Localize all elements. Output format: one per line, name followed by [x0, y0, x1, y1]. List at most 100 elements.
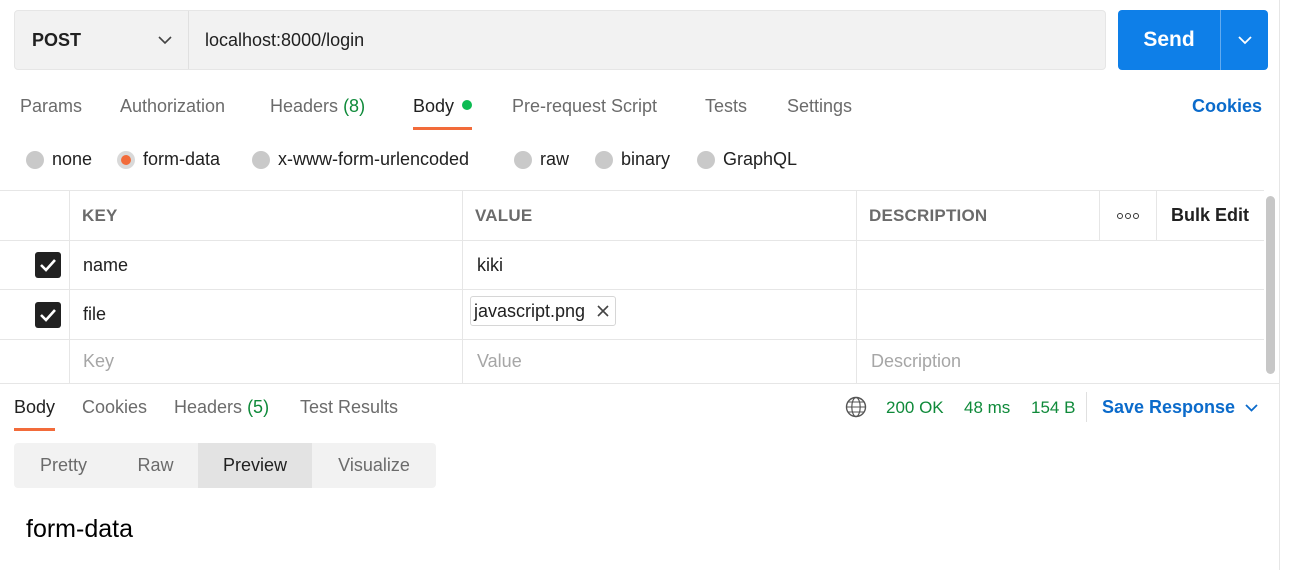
tab-body[interactable]: Body — [413, 96, 473, 130]
send-options-button[interactable] — [1220, 10, 1268, 70]
new-value-input[interactable]: Value — [462, 340, 856, 383]
more-options-button[interactable] — [1099, 191, 1156, 240]
active-tab-indicator — [413, 127, 473, 130]
key-column-header: KEY — [69, 191, 462, 240]
checkbox-column-header — [0, 191, 69, 240]
description-column-header: DESCRIPTION — [856, 191, 1099, 240]
row-checkbox[interactable] — [35, 301, 61, 328]
tab-tests[interactable]: Tests — [705, 96, 747, 130]
radio-label: none — [52, 149, 93, 169]
checkmark-icon — [40, 259, 56, 272]
view-tab-preview[interactable]: Preview — [198, 443, 312, 488]
response-time[interactable]: 48 ms — [964, 398, 1010, 418]
url-input[interactable] — [189, 11, 1105, 69]
tab-label: Authorization — [120, 96, 226, 116]
file-name: javascript.png — [474, 300, 586, 321]
panel-border — [1279, 0, 1280, 570]
chevron-down-icon — [158, 35, 172, 44]
radio-form-data[interactable]: form-data — [117, 149, 220, 170]
view-tab-pretty[interactable]: Pretty — [14, 443, 113, 488]
radio-raw[interactable]: raw — [514, 149, 569, 170]
description-cell[interactable] — [856, 241, 1264, 289]
close-icon — [597, 305, 609, 317]
bulk-edit-button[interactable]: Bulk Edit — [1156, 191, 1264, 240]
response-tab-cookies[interactable]: Cookies — [82, 397, 147, 431]
tab-label: Test Results — [300, 397, 399, 417]
cookies-link[interactable]: Cookies — [1192, 96, 1262, 117]
body-type-options: none form-data x-www-form-urlencoded raw… — [0, 146, 900, 174]
tab-label: Body — [14, 397, 56, 417]
radio-label: raw — [540, 149, 570, 169]
send-group: Send — [1118, 10, 1268, 70]
checkbox-cell — [35, 241, 69, 289]
radio-circle — [595, 150, 613, 169]
radio-circle — [26, 150, 44, 169]
radio-label: form-data — [143, 149, 221, 169]
separator — [1086, 392, 1087, 422]
view-tab-raw[interactable]: Raw — [113, 443, 198, 488]
response-size[interactable]: 154 B — [1031, 398, 1075, 418]
value-cell[interactable]: kiki — [462, 241, 856, 289]
response-preview-content: form-data — [26, 515, 133, 543]
status-code[interactable]: 200 OK — [886, 398, 944, 418]
row-checkbox[interactable] — [35, 252, 61, 278]
chevron-down-icon — [1237, 35, 1252, 44]
value-column-header: VALUE — [462, 191, 856, 240]
send-button[interactable]: Send — [1118, 10, 1220, 70]
tab-label: Tests — [705, 96, 748, 116]
key-cell[interactable]: name — [69, 241, 462, 289]
tab-label: Cookies — [82, 397, 148, 417]
file-chip[interactable]: javascript.png — [470, 296, 617, 326]
radio-label: binary — [621, 149, 671, 169]
tab-count: (5) — [247, 397, 270, 417]
radio-label: x-www-form-urlencoded — [278, 149, 470, 169]
checkbox-cell — [0, 340, 69, 383]
new-param-row: Key Value Description — [0, 340, 1264, 383]
active-tab-indicator — [14, 428, 56, 431]
value-cell: javascript.png — [462, 290, 856, 339]
tab-settings[interactable]: Settings — [787, 96, 852, 130]
save-response-label: Save Response — [1102, 397, 1236, 417]
response-tab-test-results[interactable]: Test Results — [300, 397, 398, 431]
radio-x-www-form-urlencoded[interactable]: x-www-form-urlencoded — [252, 149, 469, 170]
globe-icon[interactable] — [845, 396, 867, 418]
radio-circle — [514, 150, 532, 169]
request-tabs: Params Authorization Headers (8) Body Pr… — [0, 88, 1295, 130]
vertical-scrollbar[interactable] — [1266, 196, 1275, 374]
tab-pre-request-script[interactable]: Pre-request Script — [512, 96, 657, 130]
radio-graphql[interactable]: GraphQL — [697, 149, 797, 170]
response-divider — [0, 383, 1280, 384]
key-cell[interactable]: file — [69, 290, 462, 339]
tab-authorization[interactable]: Authorization — [120, 96, 225, 130]
method-select[interactable]: POST — [15, 11, 189, 69]
tab-label: Headers — [174, 397, 243, 417]
table-row: name kiki — [0, 241, 1264, 290]
tab-label: Body — [413, 96, 455, 116]
request-bar: POST — [14, 10, 1106, 70]
response-tab-headers[interactable]: Headers (5) — [174, 397, 269, 431]
tab-headers[interactable]: Headers (8) — [270, 96, 365, 130]
response-view-tabs: Pretty Raw Preview Visualize — [14, 443, 436, 488]
radio-none[interactable]: none — [26, 149, 92, 170]
remove-file-button[interactable] — [597, 305, 609, 317]
more-dots-icon — [1117, 212, 1139, 219]
response-tab-body[interactable]: Body — [14, 397, 56, 431]
checkmark-icon — [40, 308, 56, 322]
tab-label: Pre-request Script — [512, 96, 658, 116]
new-key-input[interactable]: Key — [69, 340, 462, 383]
table-header-row: KEY VALUE DESCRIPTION Bulk Edit — [0, 191, 1264, 241]
new-description-input[interactable]: Description — [856, 340, 1264, 383]
description-cell[interactable] — [856, 290, 1264, 339]
tab-count: (8) — [343, 96, 366, 116]
tab-label: Settings — [787, 96, 853, 116]
radio-circle-selected — [117, 150, 135, 169]
radio-circle — [252, 150, 270, 169]
green-dot-icon — [462, 100, 473, 110]
table-row: file javascript.png — [0, 290, 1264, 340]
tab-params[interactable]: Params — [20, 96, 82, 130]
radio-circle — [697, 150, 715, 169]
view-tab-visualize[interactable]: Visualize — [312, 443, 436, 488]
radio-binary[interactable]: binary — [595, 149, 670, 170]
tab-label: Headers — [270, 96, 339, 116]
save-response-button[interactable]: Save Response — [1102, 397, 1258, 418]
